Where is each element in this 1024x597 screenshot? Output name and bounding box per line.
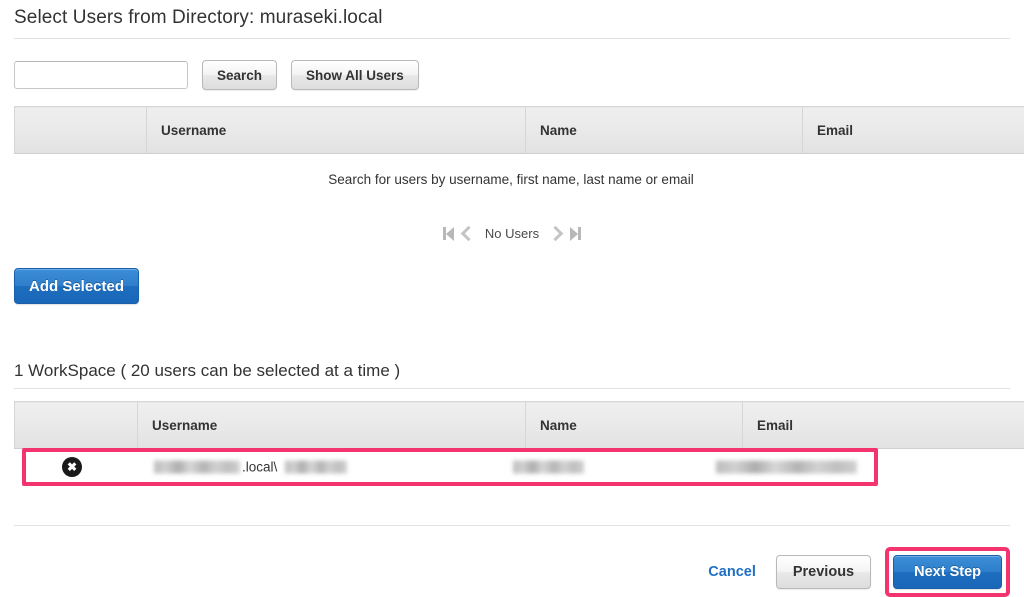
next-page-icon[interactable] [550,228,561,239]
first-page-icon[interactable] [443,227,454,241]
previous-button[interactable]: Previous [776,555,871,589]
column-header-name[interactable]: Name [526,107,803,154]
username-domain-redacted [154,461,240,474]
email-redacted [716,461,857,474]
footer-actions: Cancel Previous Next Step [708,547,1010,597]
ws-column-header-name[interactable]: Name [526,402,743,449]
workspace-users-table: Username Name Email [14,401,1024,449]
next-step-button[interactable]: Next Step [893,555,1002,589]
column-header-email[interactable]: Email [803,107,1024,154]
remove-user-icon[interactable]: ✖ [62,457,82,477]
search-input[interactable] [14,61,188,89]
pagination-status: No Users [483,226,541,241]
ws-column-header-email[interactable]: Email [743,402,1024,449]
workspace-section-title: 1 WorkSpace ( 20 users can be selected a… [14,361,400,381]
last-page-icon[interactable] [570,227,581,241]
search-button[interactable]: Search [202,60,277,90]
pagination-controls: No Users [0,226,1024,241]
cancel-link[interactable]: Cancel [708,564,756,580]
column-header-select[interactable] [15,107,147,154]
page-title: Select Users from Directory: muraseki.lo… [14,7,383,29]
next-step-highlight: Next Step [885,547,1010,597]
footer-divider [14,525,1010,526]
table-header-row: Username Name Email [15,402,1024,449]
username-separator: .local\ [242,460,277,475]
table-header-row: Username Name Email [15,107,1024,154]
show-all-users-button[interactable]: Show All Users [291,60,419,90]
search-row: Search Show All Users [14,60,419,90]
empty-results-message: Search for users by username, first name… [14,172,1008,187]
ws-column-header-remove [15,402,138,449]
previous-page-icon[interactable] [463,228,474,239]
title-divider [14,38,1010,39]
selected-user-row-highlight: ✖ .local\ [22,448,878,486]
ws-column-header-username[interactable]: Username [138,402,526,449]
username-account-redacted [285,461,347,474]
select-users-dialog: Select Users from Directory: muraseki.lo… [0,0,1024,591]
search-results-table: Username Name Email [14,106,1024,154]
workspace-divider [14,388,1010,389]
column-header-username[interactable]: Username [147,107,526,154]
table-row[interactable]: ✖ .local\ [26,452,874,482]
name-redacted [513,461,584,474]
add-selected-button[interactable]: Add Selected [14,268,139,304]
